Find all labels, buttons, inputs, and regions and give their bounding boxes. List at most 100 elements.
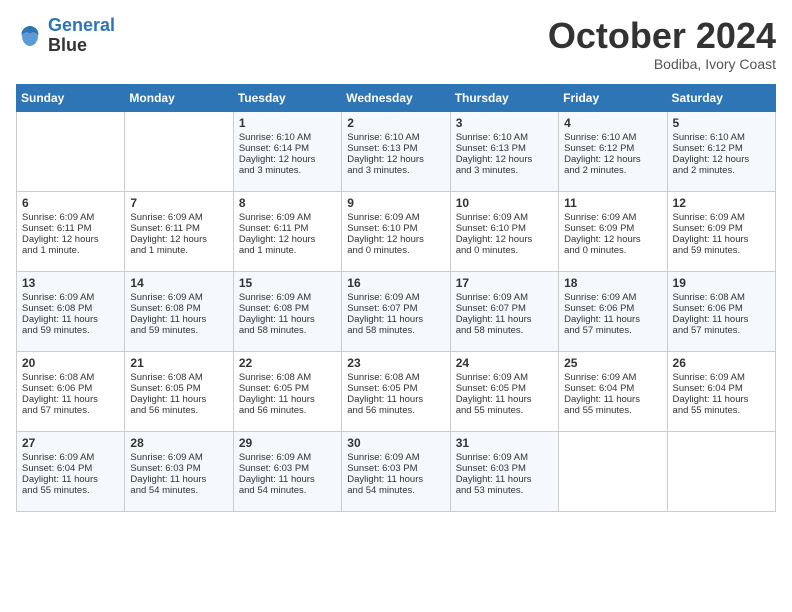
calendar-cell: 20Sunrise: 6:08 AMSunset: 6:06 PMDayligh… (17, 351, 125, 431)
calendar-cell: 17Sunrise: 6:09 AMSunset: 6:07 PMDayligh… (450, 271, 558, 351)
cell-info: Sunset: 6:07 PM (456, 303, 553, 314)
cell-info: Sunset: 6:03 PM (239, 463, 336, 474)
calendar-cell: 1Sunrise: 6:10 AMSunset: 6:14 PMDaylight… (233, 111, 341, 191)
cell-info: and 56 minutes. (239, 405, 336, 416)
day-number: 5 (673, 116, 770, 130)
cell-info: Daylight: 11 hours (673, 394, 770, 405)
calendar-cell: 27Sunrise: 6:09 AMSunset: 6:04 PMDayligh… (17, 431, 125, 511)
calendar-cell: 12 Sunrise: 6:09 AMSunset: 6:09 PMDayligh… (667, 191, 775, 271)
calendar-cell: 26Sunrise: 6:09 AMSunset: 6:04 PMDayligh… (667, 351, 775, 431)
cell-info: and 56 minutes. (130, 405, 227, 416)
cell-info: Sunset: 6:03 PM (347, 463, 444, 474)
day-number: 21 (130, 356, 227, 370)
logo-icon (16, 22, 44, 50)
day-number: 6 (22, 196, 119, 210)
cell-info: Daylight: 11 hours (347, 314, 444, 325)
cell-info: Daylight: 11 hours (239, 474, 336, 485)
day-number: 17 (456, 276, 553, 290)
cell-info: Sunrise: 6:09 AM (673, 372, 770, 383)
day-number: 7 (130, 196, 227, 210)
calendar-cell: 25Sunrise: 6:09 AMSunset: 6:04 PMDayligh… (559, 351, 667, 431)
day-number: 27 (22, 436, 119, 450)
cell-info: Sunrise: 6:09 AM (673, 212, 770, 223)
cell-info: and 59 minutes. (673, 245, 770, 256)
cell-info: Sunset: 6:06 PM (564, 303, 661, 314)
cell-info: Daylight: 11 hours (347, 394, 444, 405)
cell-info: Daylight: 11 hours (456, 474, 553, 485)
col-header-monday: Monday (125, 84, 233, 111)
cell-info: Sunrise: 6:09 AM (347, 292, 444, 303)
cell-info: and 57 minutes. (564, 325, 661, 336)
cell-info: Sunrise: 6:09 AM (239, 292, 336, 303)
cell-info: Sunset: 6:13 PM (456, 143, 553, 154)
calendar-cell: 7Sunrise: 6:09 AMSunset: 6:11 PMDaylight… (125, 191, 233, 271)
cell-info: Sunrise: 6:09 AM (130, 452, 227, 463)
col-header-sunday: Sunday (17, 84, 125, 111)
cell-info: Sunset: 6:09 PM (673, 223, 770, 234)
cell-info: Sunrise: 6:09 AM (347, 452, 444, 463)
cell-info: and 54 minutes. (239, 485, 336, 496)
cell-info: Sunrise: 6:09 AM (239, 212, 336, 223)
cell-info: Daylight: 11 hours (347, 474, 444, 485)
calendar-cell: 5Sunrise: 6:10 AMSunset: 6:12 PMDaylight… (667, 111, 775, 191)
cell-info: Sunrise: 6:09 AM (456, 212, 553, 223)
cell-info: and 0 minutes. (564, 245, 661, 256)
day-number: 3 (456, 116, 553, 130)
calendar-cell: 10Sunrise: 6:09 AMSunset: 6:10 PMDayligh… (450, 191, 558, 271)
calendar-cell: 18Sunrise: 6:09 AMSunset: 6:06 PMDayligh… (559, 271, 667, 351)
cell-info: Daylight: 12 hours (347, 234, 444, 245)
cell-info: Sunrise: 6:10 AM (673, 132, 770, 143)
cell-info: Sunrise: 6:08 AM (347, 372, 444, 383)
cell-info: Sunset: 6:10 PM (456, 223, 553, 234)
day-number: 23 (347, 356, 444, 370)
cell-info: and 58 minutes. (456, 325, 553, 336)
day-number: 9 (347, 196, 444, 210)
calendar-table: SundayMondayTuesdayWednesdayThursdayFrid… (16, 84, 776, 512)
cell-info: Sunset: 6:06 PM (673, 303, 770, 314)
cell-info: Daylight: 11 hours (673, 234, 770, 245)
day-number: 10 (456, 196, 553, 210)
cell-info: and 56 minutes. (347, 405, 444, 416)
cell-info: Daylight: 11 hours (130, 474, 227, 485)
day-number: 28 (130, 436, 227, 450)
cell-info: Sunrise: 6:09 AM (456, 372, 553, 383)
day-number: 22 (239, 356, 336, 370)
cell-info: and 1 minute. (22, 245, 119, 256)
cell-info: Sunset: 6:08 PM (130, 303, 227, 314)
cell-info: Sunset: 6:08 PM (239, 303, 336, 314)
cell-info: Sunrise: 6:09 AM (239, 452, 336, 463)
calendar-cell: 8Sunrise: 6:09 AMSunset: 6:11 PMDaylight… (233, 191, 341, 271)
cell-info: and 53 minutes. (456, 485, 553, 496)
cell-info: Sunset: 6:07 PM (347, 303, 444, 314)
cell-info: and 2 minutes. (564, 165, 661, 176)
cell-info: Daylight: 11 hours (130, 394, 227, 405)
title-block: October 2024 Bodiba, Ivory Coast (548, 16, 776, 72)
cell-info: Daylight: 11 hours (456, 394, 553, 405)
day-number: 30 (347, 436, 444, 450)
day-number: 20 (22, 356, 119, 370)
calendar-cell: 28Sunrise: 6:09 AMSunset: 6:03 PMDayligh… (125, 431, 233, 511)
location: Bodiba, Ivory Coast (548, 56, 776, 72)
logo: General Blue (16, 16, 115, 56)
cell-info: and 54 minutes. (130, 485, 227, 496)
cell-info: Sunset: 6:05 PM (130, 383, 227, 394)
cell-info: Sunrise: 6:09 AM (22, 212, 119, 223)
cell-info: Sunset: 6:11 PM (22, 223, 119, 234)
cell-info: Sunrise: 6:10 AM (456, 132, 553, 143)
day-number: 8 (239, 196, 336, 210)
cell-info: Daylight: 11 hours (456, 314, 553, 325)
cell-info: and 3 minutes. (456, 165, 553, 176)
cell-info: Sunset: 6:05 PM (239, 383, 336, 394)
calendar-cell: 30 Sunrise: 6:09 AMSunset: 6:03 PMDayligh… (342, 431, 450, 511)
day-number: 12 (673, 196, 770, 210)
day-number: 15 (239, 276, 336, 290)
calendar-cell: 14Sunrise: 6:09 AMSunset: 6:08 PMDayligh… (125, 271, 233, 351)
day-number: 1 (239, 116, 336, 130)
day-number: 13 (22, 276, 119, 290)
cell-info: Sunset: 6:06 PM (22, 383, 119, 394)
day-number: 24 (456, 356, 553, 370)
cell-info: Sunrise: 6:09 AM (22, 452, 119, 463)
cell-info: Sunrise: 6:08 AM (239, 372, 336, 383)
cell-info: and 55 minutes. (456, 405, 553, 416)
calendar-cell: 23Sunrise: 6:08 AMSunset: 6:05 PMDayligh… (342, 351, 450, 431)
